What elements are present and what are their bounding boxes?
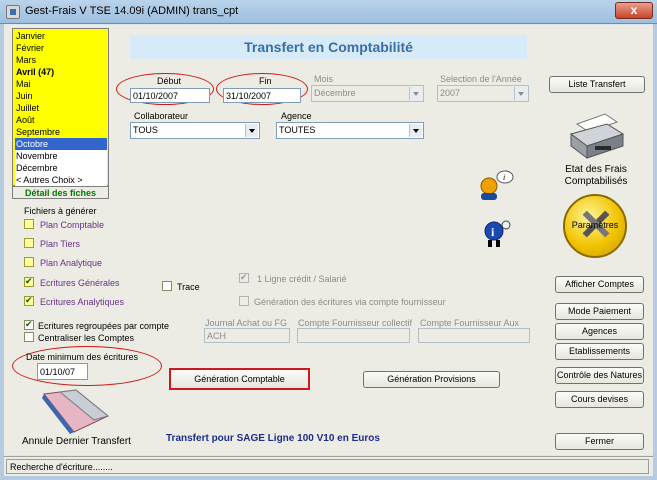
fermer-button[interactable]: Fermer	[555, 433, 644, 450]
fichier-label: Plan Analytique	[40, 258, 103, 268]
page-title: Transfert en Comptabilité	[244, 39, 413, 55]
etat-frais-label[interactable]: Etat des Frais Comptabilisés	[556, 164, 636, 188]
compte-fournisseur-aux-input	[418, 328, 530, 343]
mois-label: Mois	[314, 74, 334, 84]
fichier-checkbox[interactable]	[24, 238, 34, 248]
centraliser-comptes-checkbox[interactable]	[24, 332, 34, 342]
date-min-input[interactable]: 01/10/07	[37, 363, 88, 380]
month-list-item[interactable]: Janvier	[15, 30, 107, 42]
ligne-credit-label: 1 Ligne crédit / Salarié	[257, 274, 347, 284]
ligne-credit-checkbox	[239, 272, 249, 283]
agences-button[interactable]: Agences	[555, 323, 644, 340]
afficher-comptes-button[interactable]: Afficher Comptes	[555, 276, 644, 293]
annee-value: 2007	[440, 88, 461, 98]
month-list-item[interactable]: Avril (47)	[15, 66, 107, 78]
liste-transfert-button[interactable]: Liste Transfert	[549, 76, 645, 93]
fichier-checkbox[interactable]	[24, 219, 34, 229]
window-title: Gest-Frais V TSE 14.09i (ADMIN) trans_cp…	[25, 5, 239, 17]
fichier-checkbox[interactable]	[24, 295, 34, 306]
ecritures-regroupees-label: Ecritures regroupées par compte	[38, 321, 170, 331]
generation-fournisseur-checkbox	[239, 296, 249, 306]
compte-fournisseur-collectif-label: Compte Fournisseur collectif	[298, 318, 413, 328]
fin-input[interactable]: 31/10/2007	[223, 88, 301, 103]
month-list-item[interactable]: Juillet	[15, 102, 107, 114]
cours-devises-button[interactable]: Cours devises	[555, 391, 644, 408]
svg-text:i: i	[503, 173, 505, 182]
agence-select[interactable]: TOUTES	[276, 122, 424, 139]
transfert-sage-label: Transfert pour SAGE Ligne 100 V10 en Eur…	[166, 433, 380, 444]
mois-value: Décembre	[314, 88, 356, 98]
chevron-down-icon[interactable]	[409, 124, 422, 137]
fichier-label: Plan Tiers	[40, 239, 81, 249]
generation-fournisseur-label: Génération des écritures via compte four…	[254, 297, 446, 307]
app-icon	[6, 5, 20, 19]
fichier-checkbox[interactable]	[24, 257, 34, 267]
fichier-label: Plan Comptable	[40, 220, 105, 230]
chevron-down-icon[interactable]	[245, 124, 258, 137]
help-person-icon: i	[484, 220, 511, 247]
fichier-label: Ecritures Analytiques	[40, 297, 125, 307]
header-banner: Transfert en Comptabilité	[130, 35, 527, 59]
debut-label: Début	[157, 76, 182, 86]
chevron-down-icon	[409, 87, 422, 100]
centraliser-comptes-label: Centraliser les Comptes	[38, 333, 135, 343]
debut-input[interactable]: 01/10/2007	[130, 88, 210, 103]
mode-paiement-button[interactable]: Mode Paiement	[555, 303, 644, 320]
annule-dernier-transfert-label[interactable]: Annule Dernier Transfert	[22, 437, 131, 447]
eraser-icon[interactable]	[40, 388, 112, 436]
generation-comptable-button[interactable]: Génération Comptable	[169, 368, 310, 390]
trace-checkbox[interactable]	[162, 281, 172, 291]
title-bar: Gest-Frais V TSE 14.09i (ADMIN) trans_cp…	[0, 0, 657, 24]
agence-value: TOUTES	[279, 125, 316, 135]
fichiers-label: Fichiers à générer	[24, 206, 97, 216]
trace-label: Trace	[177, 282, 200, 292]
status-bar: Recherche d'écriture........	[4, 456, 653, 476]
compte-fournisseur-collectif-input	[297, 328, 410, 343]
agence-label: Agence	[281, 111, 312, 121]
fichier-checkbox[interactable]	[24, 276, 34, 287]
ecritures-regroupees-checkbox[interactable]	[24, 319, 34, 330]
month-list-item[interactable]: Juin	[15, 90, 107, 102]
controle-natures-button[interactable]: Contrôle des Natures	[555, 367, 644, 384]
generation-provisions-button[interactable]: Génération Provisions	[363, 371, 500, 388]
month-list-item[interactable]: Septembre	[15, 126, 107, 138]
compte-fournisseur-aux-label: Compte Fournisseur Aux	[420, 318, 520, 328]
mois-select: Décembre	[311, 85, 424, 102]
chevron-down-icon	[514, 87, 527, 100]
month-list-item[interactable]: Mai	[15, 78, 107, 90]
month-list-item[interactable]: Décembre	[15, 162, 107, 174]
date-min-label: Date minimum des écritures	[26, 352, 139, 362]
fin-label: Fin	[259, 76, 272, 86]
annee-select: 2007	[437, 85, 529, 102]
collaborateur-label: Collaborateur	[134, 111, 189, 121]
printer-icon[interactable]	[567, 112, 627, 162]
status-text: Recherche d'écriture........	[6, 459, 649, 474]
close-button[interactable]: x	[615, 2, 653, 19]
month-list-item[interactable]: Octobre	[15, 138, 107, 150]
month-list-item[interactable]: Août	[15, 114, 107, 126]
parametres-label: Paramètres	[571, 220, 619, 230]
selection-annee-label: Selection de l'Année	[440, 74, 522, 84]
etablissements-button[interactable]: Etablissements	[555, 343, 644, 360]
month-list-item[interactable]: < Autres Choix >	[15, 174, 107, 186]
month-list-item[interactable]: Novembre	[15, 150, 107, 162]
detail-fiches-button[interactable]: Détail des fiches	[12, 186, 109, 199]
user-info-icon: i	[480, 170, 514, 200]
journal-achat-input: ACH	[204, 328, 290, 343]
journal-achat-label: Journal Achat ou FG	[205, 318, 288, 328]
collaborateur-value: TOUS	[133, 125, 158, 135]
fichier-label: Ecritures Générales	[40, 278, 120, 288]
month-list[interactable]: Janvier Février Mars Avril (47) Mai Juin Juill…	[12, 28, 109, 186]
month-list-item[interactable]: Mars	[15, 54, 107, 66]
settings-tools-icon[interactable]: Paramètres	[563, 194, 627, 258]
collaborateur-select[interactable]: TOUS	[130, 122, 260, 139]
month-list-item[interactable]: Février	[15, 42, 107, 54]
